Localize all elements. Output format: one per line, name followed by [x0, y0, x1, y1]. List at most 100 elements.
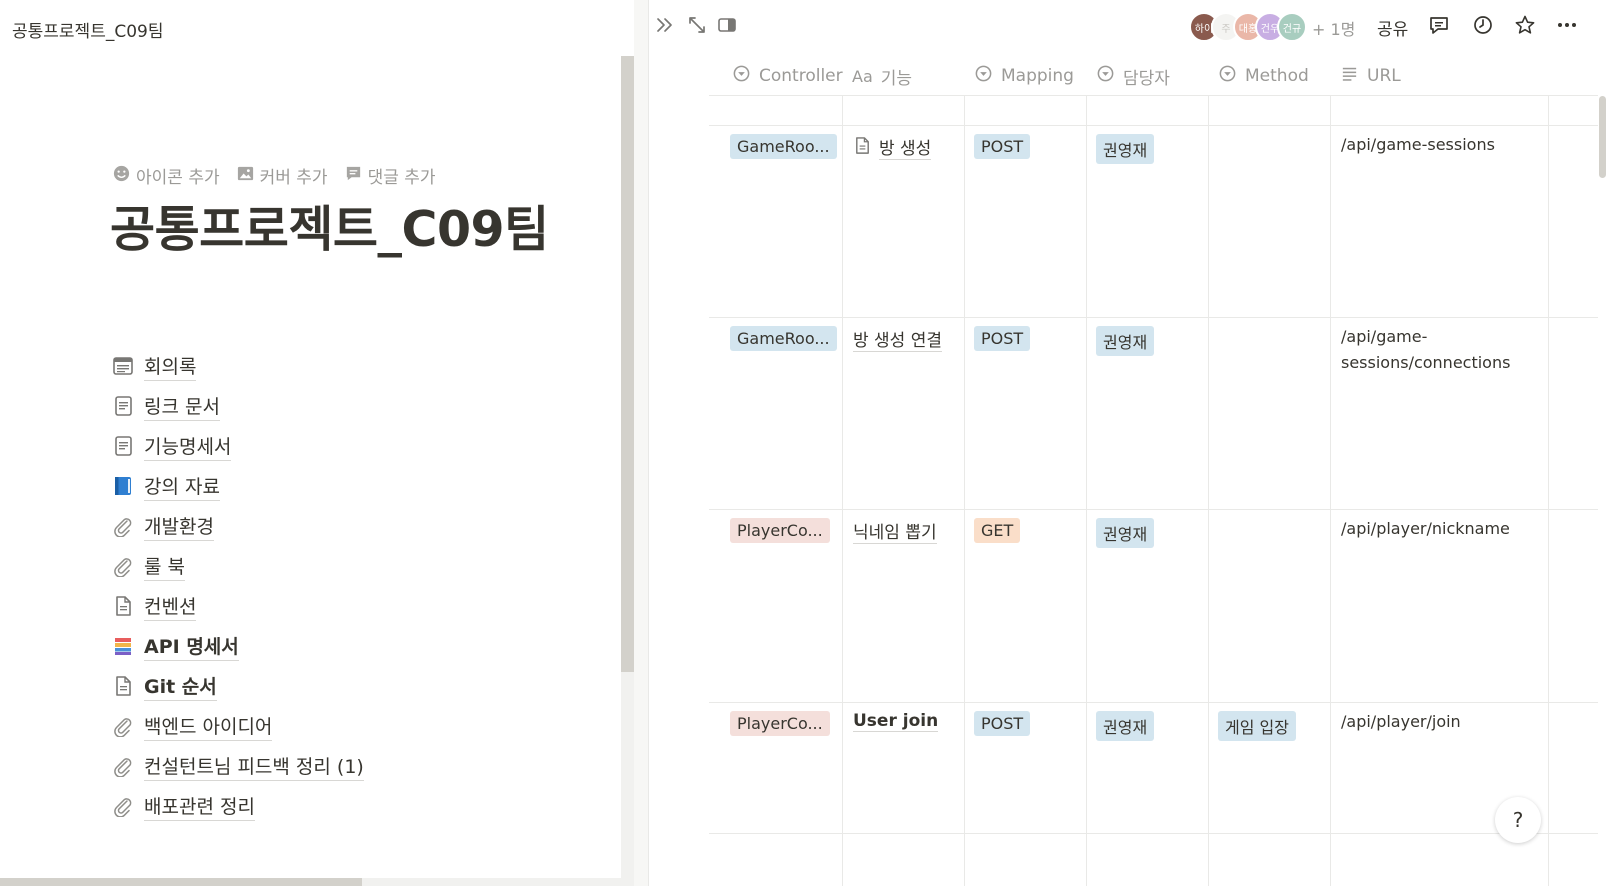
method-tag: 게임 입장 [1218, 711, 1296, 741]
mapping-tag: POST [974, 326, 1031, 351]
mapping-cell[interactable]: GET [974, 518, 1021, 543]
sub-page-backend-ideas[interactable]: 백엔드 아이디어 [112, 706, 364, 746]
add-icon-label: 아이콘 추가 [136, 168, 220, 188]
sub-page-label: 백엔드 아이디어 [144, 712, 273, 741]
page-actions: 아이콘 추가 커버 추가 댓글 추가 [112, 163, 436, 188]
column-header-url[interactable]: URL [1340, 56, 1401, 96]
controller-cell[interactable]: GameRoo... [730, 134, 837, 159]
select-property-icon [974, 64, 1001, 88]
panel-scrollbar-thumb[interactable] [1599, 96, 1606, 178]
owner-cell[interactable]: 권영재 [1096, 711, 1155, 741]
sub-page-git-order[interactable]: Git 순서 [112, 666, 364, 706]
mapping-tag: GET [974, 518, 1021, 543]
mapping-cell[interactable]: POST [974, 326, 1031, 351]
url-cell[interactable]: /api/game-sessions/connections [1341, 324, 1523, 376]
horizontal-scrollbar-thumb[interactable] [0, 878, 362, 886]
row-title: 닉네임 뽑기 [853, 518, 937, 544]
panel-divider[interactable] [634, 0, 648, 886]
table-row[interactable]: PlayerCo... User join POST 권영재 게임 입장 /ap… [709, 702, 1606, 834]
text-doc-icon [112, 675, 134, 697]
close-peek-button[interactable] [651, 13, 679, 41]
add-cover-button[interactable]: 커버 추가 [236, 163, 328, 188]
books-icon [112, 635, 134, 657]
sub-page-label: 컨벤션 [144, 592, 197, 621]
column-header-owner[interactable]: 담당자 [1096, 56, 1170, 96]
title-cell[interactable]: 방 생성 [853, 134, 932, 160]
page-title[interactable]: 공통프로젝트_C09팀 [110, 190, 549, 261]
table-row[interactable]: GameRoo... 방 생성 POST 권영재 /api/game-sessi… [709, 125, 1606, 317]
peek-mode-button[interactable] [713, 13, 741, 41]
vertical-scrollbar-thumb[interactable] [621, 56, 634, 672]
sub-page-dev-environment[interactable]: 개발환경 [112, 506, 364, 546]
url-cell[interactable]: /api/player/join [1341, 709, 1523, 735]
sub-page-rule-book[interactable]: 룰 북 [112, 546, 364, 586]
select-property-icon [732, 64, 759, 88]
sub-page-api-spec[interactable]: API 명세서 [112, 626, 364, 666]
owner-tag: 권영재 [1096, 518, 1155, 548]
paperclip-icon [112, 555, 134, 577]
sub-page-label: 링크 문서 [144, 392, 220, 421]
mapping-cell[interactable]: POST [974, 134, 1031, 159]
text-property-icon [1340, 64, 1367, 88]
owner-tag: 권영재 [1096, 326, 1155, 356]
side-peek-panel: 하이 주 대홍 건우 건규 + 1명 공유 Controller Aa 기능 M… [648, 0, 1606, 886]
controller-cell[interactable]: GameRoo... [730, 326, 837, 351]
share-button[interactable]: 공유 [1377, 15, 1408, 40]
comment-icon [1428, 14, 1450, 40]
url-cell[interactable]: /api/game-sessions [1341, 132, 1523, 158]
star-icon [1514, 14, 1536, 40]
sub-page-meeting-notes[interactable]: 회의록 [112, 346, 364, 386]
owner-cell[interactable]: 권영재 [1096, 518, 1155, 548]
add-icon-button[interactable]: 아이콘 추가 [112, 163, 220, 188]
title-cell[interactable]: 방 생성 연결 [853, 326, 943, 352]
list-doc-icon [112, 355, 134, 377]
title-cell[interactable]: 닉네임 뽑기 [853, 518, 937, 544]
sub-page-deployment-notes[interactable]: 배포관련 정리 [112, 786, 364, 826]
sub-page-label: 회의록 [144, 352, 197, 381]
table-row[interactable]: PlayerCo... 닉네임 뽑기 GET 권영재 /api/player/n… [709, 509, 1606, 702]
sub-page-link-docs[interactable]: 링크 문서 [112, 386, 364, 426]
column-header-label: Mapping [1001, 66, 1074, 86]
table-row[interactable]: GameRoo... 방 생성 연결 POST 권영재 /api/game-se… [709, 317, 1606, 509]
controller-cell[interactable]: PlayerCo... [730, 518, 830, 543]
row-title: 방 생성 연결 [853, 326, 943, 352]
updates-button[interactable] [1469, 13, 1497, 41]
column-header-label: Method [1245, 66, 1309, 86]
peek-topbar: 하이 주 대홍 건우 건규 + 1명 공유 [649, 0, 1606, 54]
ellipsis-icon [1556, 14, 1578, 40]
method-cell[interactable]: 게임 입장 [1218, 711, 1296, 741]
column-header-controller[interactable]: Controller [732, 56, 843, 96]
column-header-method[interactable]: Method [1218, 56, 1309, 96]
breadcrumb[interactable]: 공통프로젝트_C09팀 [12, 17, 163, 42]
sub-page-consultant-feedback[interactable]: 컨설턴트님 피드백 정리 (1) [112, 746, 364, 786]
column-header-title[interactable]: Aa 기능 [852, 56, 912, 96]
mapping-cell[interactable]: POST [974, 711, 1031, 736]
add-comment-button[interactable]: 댓글 추가 [344, 163, 436, 188]
sub-page-label: 배포관련 정리 [144, 792, 255, 821]
text-doc-icon [112, 595, 134, 617]
more-options-button[interactable] [1553, 13, 1581, 41]
title-cell[interactable]: User join [853, 711, 939, 732]
sub-page-lecture-materials[interactable]: 강의 자료 [112, 466, 364, 506]
sub-page-convention[interactable]: 컨벤션 [112, 586, 364, 626]
add-cover-label: 커버 추가 [259, 168, 328, 188]
sub-page-label: API 명세서 [144, 632, 239, 661]
comments-button[interactable] [1425, 13, 1453, 41]
panel-scrollbar-track[interactable] [1598, 56, 1606, 886]
help-button[interactable]: ? [1495, 797, 1541, 843]
comment-icon [344, 164, 363, 188]
owner-cell[interactable]: 권영재 [1096, 326, 1155, 356]
column-header-mapping[interactable]: Mapping [974, 56, 1074, 96]
sub-page-label: Git 순서 [144, 672, 217, 701]
controller-cell[interactable]: PlayerCo... [730, 711, 830, 736]
column-header-label: Controller [759, 66, 843, 86]
url-cell[interactable]: /api/player/nickname [1341, 516, 1523, 542]
owner-cell[interactable]: 권영재 [1096, 134, 1155, 164]
row-title: 방 생성 [879, 134, 932, 160]
sub-page-feature-spec[interactable]: 기능명세서 [112, 426, 364, 466]
open-full-page-button[interactable] [683, 13, 711, 41]
more-users-count[interactable]: + 1명 [1312, 16, 1355, 40]
avatar[interactable]: 건규 [1277, 12, 1307, 42]
favorite-button[interactable] [1511, 13, 1539, 41]
mapping-tag: POST [974, 134, 1031, 159]
